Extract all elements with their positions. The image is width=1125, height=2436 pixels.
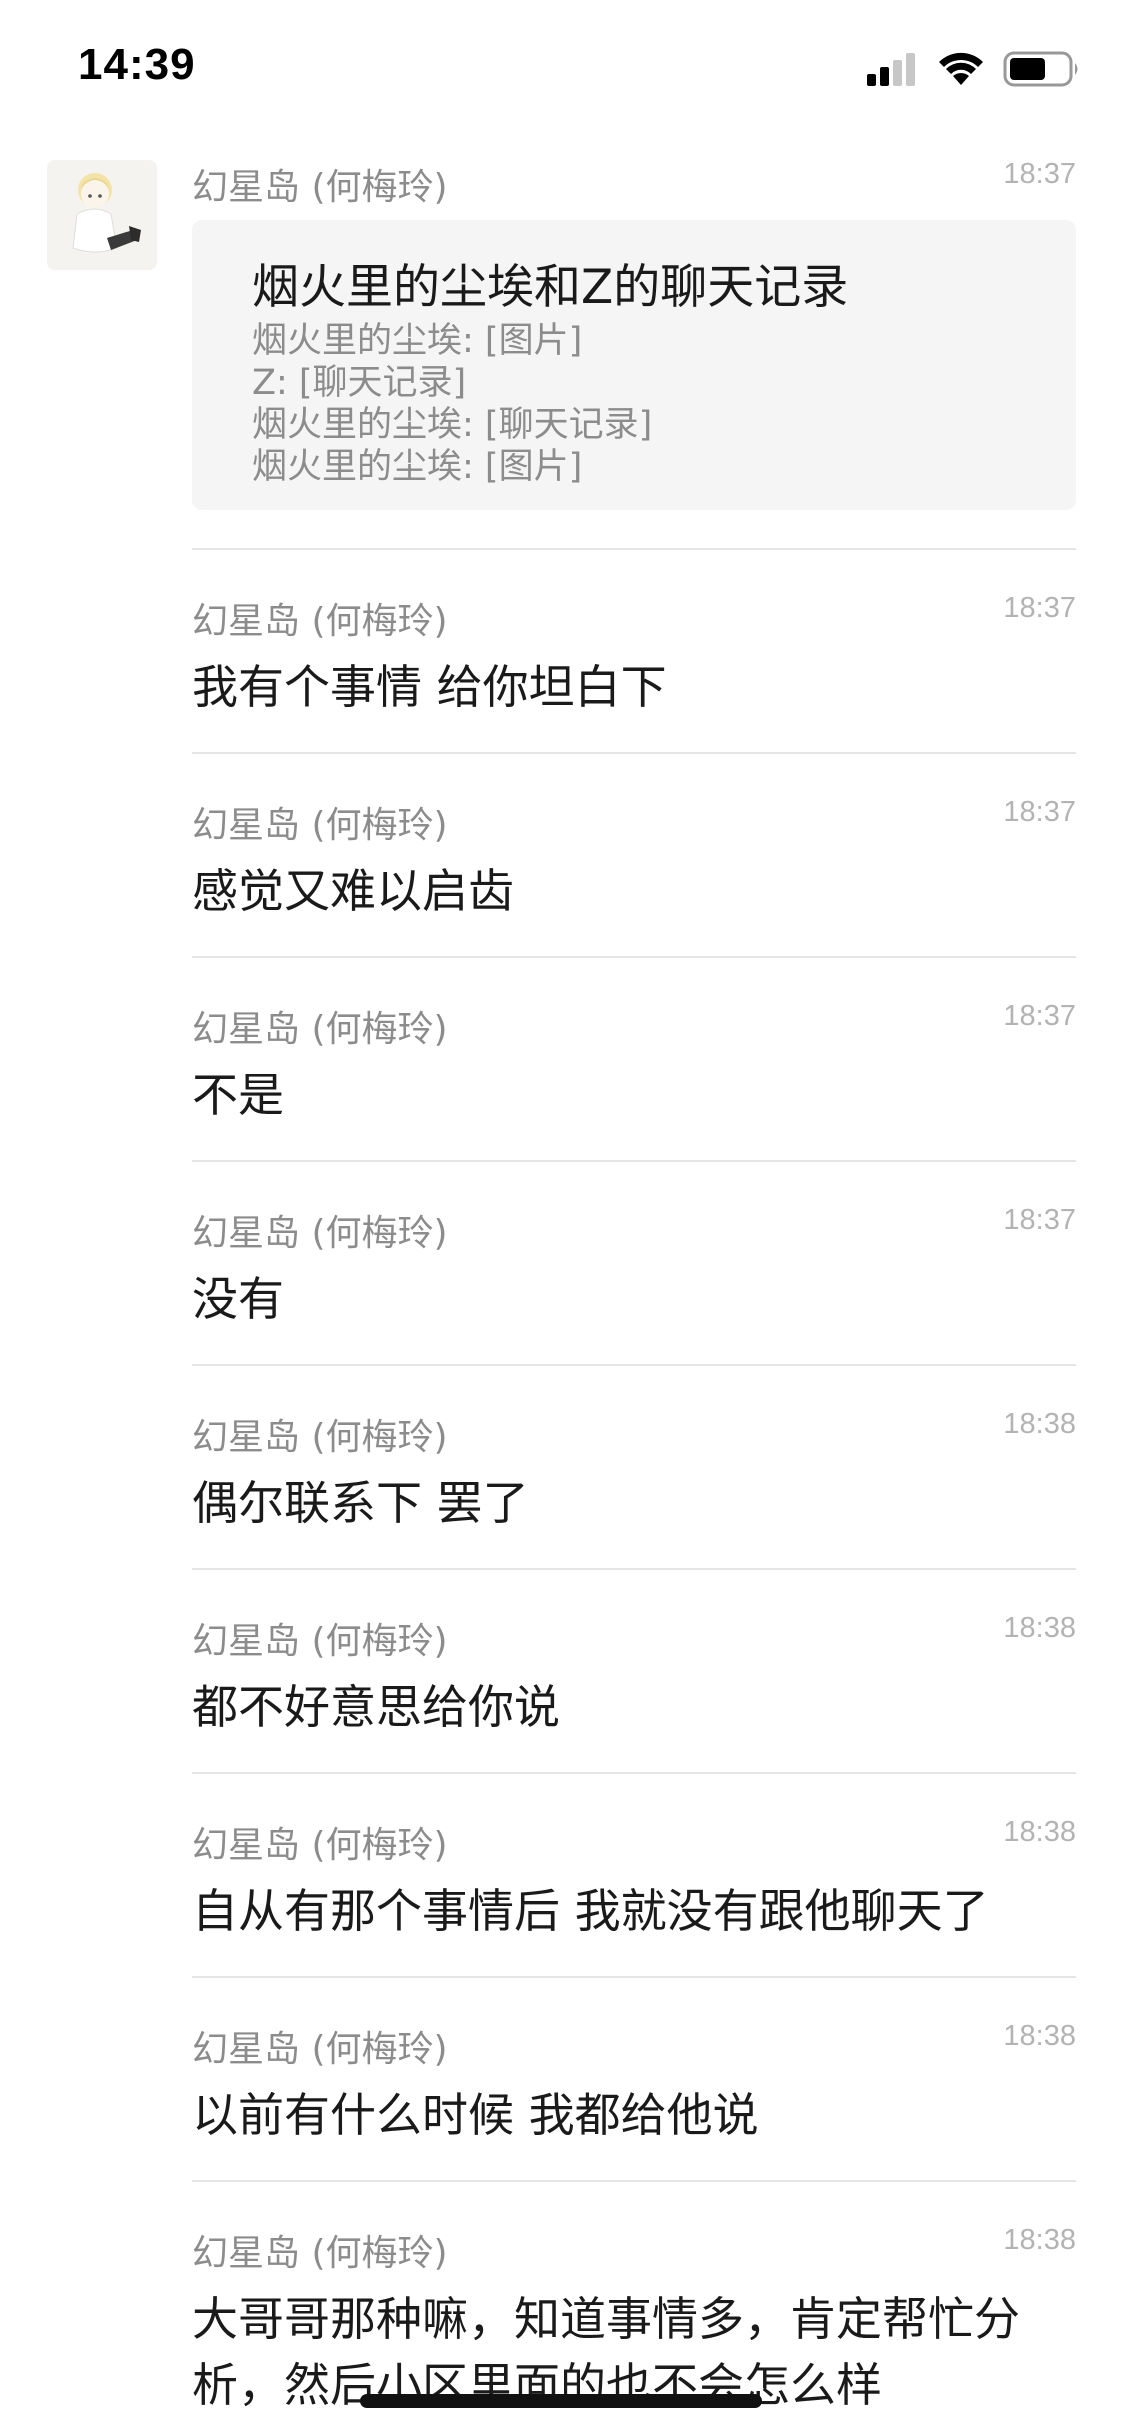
battery-icon bbox=[1003, 51, 1078, 87]
message-sender: 幻星岛 (何梅玲) bbox=[192, 1009, 448, 1050]
chat-history-lines: 烟火里的尘埃: [图片] Z: [聊天记录] 烟火里的尘埃: [聊天记录] 烟火… bbox=[252, 320, 652, 488]
message-item[interactable]: 幻星岛 (何梅玲) 18:38 都不好意思给你说 bbox=[192, 1612, 1076, 1762]
divider bbox=[192, 956, 1076, 958]
message-sender: 幻星岛 (何梅玲) bbox=[192, 1417, 448, 1458]
chat-history-line: 烟火里的尘埃: [图片] bbox=[252, 447, 583, 487]
signal-icon bbox=[867, 53, 915, 86]
chat-history-line: 烟火里的尘埃: [图片] bbox=[252, 321, 583, 361]
divider bbox=[192, 2180, 1076, 2182]
message-text: 没有 bbox=[192, 1272, 284, 1326]
message-time: 18:37 bbox=[1003, 158, 1076, 190]
divider bbox=[192, 1976, 1076, 1978]
message-text: 自从有那个事情后 我就没有跟他聊天了 bbox=[192, 1884, 989, 1938]
message-item[interactable]: 幻星岛 (何梅玲) 18:37 不是 bbox=[192, 1000, 1076, 1150]
message-time: 18:38 bbox=[1003, 1612, 1076, 1644]
message-item[interactable]: 幻星岛 (何梅玲) 18:38 偶尔联系下 罢了 bbox=[192, 1408, 1076, 1558]
message-sender: 幻星岛 (何梅玲) bbox=[192, 1621, 448, 1662]
message-sender: 幻星岛 (何梅玲) bbox=[192, 805, 448, 846]
message-time: 18:37 bbox=[1003, 592, 1076, 624]
message-sender: 幻星岛 (何梅玲) bbox=[192, 167, 448, 208]
avatar-illustration bbox=[47, 160, 157, 270]
status-icons bbox=[865, 48, 1081, 90]
message-text: 以前有什么时候 我都给他说 bbox=[192, 2088, 759, 2142]
home-indicator[interactable] bbox=[360, 2394, 762, 2408]
divider bbox=[192, 1772, 1076, 1774]
chat-history-title: 烟火里的尘埃和Z的聊天记录 bbox=[252, 260, 849, 315]
message-time: 18:38 bbox=[1003, 2020, 1076, 2052]
status-bar: 14:39 bbox=[0, 0, 1125, 140]
message-sender: 幻星岛 (何梅玲) bbox=[192, 2029, 448, 2070]
message-item[interactable]: 幻星岛 (何梅玲) 18:38 自从有那个事情后 我就没有跟他聊天了 bbox=[192, 1816, 1076, 1966]
chat-history-line: 烟火里的尘埃: [聊天记录] bbox=[252, 405, 653, 445]
message-sender: 幻星岛 (何梅玲) bbox=[192, 601, 448, 642]
status-time: 14:39 bbox=[78, 40, 196, 89]
message-sender: 幻星岛 (何梅玲) bbox=[192, 1213, 448, 1254]
message-text: 不是 bbox=[192, 1068, 284, 1122]
divider bbox=[192, 548, 1076, 550]
divider bbox=[192, 1364, 1076, 1366]
chat-history-line: Z: [聊天记录] bbox=[252, 363, 467, 403]
divider bbox=[192, 752, 1076, 754]
message-item[interactable]: 幻星岛 (何梅玲) 18:38 以前有什么时候 我都给他说 bbox=[192, 2020, 1076, 2170]
message-time: 18:37 bbox=[1003, 1000, 1076, 1032]
message-text: 感觉又难以启齿 bbox=[192, 864, 514, 918]
message-time: 18:37 bbox=[1003, 796, 1076, 828]
message-time: 18:38 bbox=[1003, 2224, 1076, 2256]
message-time: 18:37 bbox=[1003, 1204, 1076, 1236]
message-item[interactable]: 幻星岛 (何梅玲) 18:37 没有 bbox=[192, 1204, 1076, 1354]
message-sender: 幻星岛 (何梅玲) bbox=[192, 2233, 448, 2274]
avatar[interactable] bbox=[47, 160, 157, 270]
message-item[interactable]: 幻星岛 (何梅玲) 18:37 感觉又难以启齿 bbox=[192, 796, 1076, 946]
message-sender: 幻星岛 (何梅玲) bbox=[192, 1825, 448, 1866]
message-text: 我有个事情 给你坦白下 bbox=[192, 660, 667, 714]
message-text: 都不好意思给你说 bbox=[192, 1680, 560, 1734]
message-item[interactable]: 幻星岛 (何梅玲) 18:37 我有个事情 给你坦白下 bbox=[192, 592, 1076, 742]
message-time: 18:38 bbox=[1003, 1408, 1076, 1440]
message-text: 偶尔联系下 罢了 bbox=[192, 1476, 529, 1530]
message-time: 18:38 bbox=[1003, 1816, 1076, 1848]
divider bbox=[192, 1568, 1076, 1570]
chat-history-message: 幻星岛 (何梅玲) 18:37 烟火里的尘埃和Z的聊天记录 烟火里的尘埃: [图… bbox=[192, 158, 1076, 510]
divider bbox=[192, 1160, 1076, 1162]
chat-history-card[interactable]: 烟火里的尘埃和Z的聊天记录 烟火里的尘埃: [图片] Z: [聊天记录] 烟火里… bbox=[192, 220, 1076, 510]
wifi-icon bbox=[939, 52, 983, 85]
